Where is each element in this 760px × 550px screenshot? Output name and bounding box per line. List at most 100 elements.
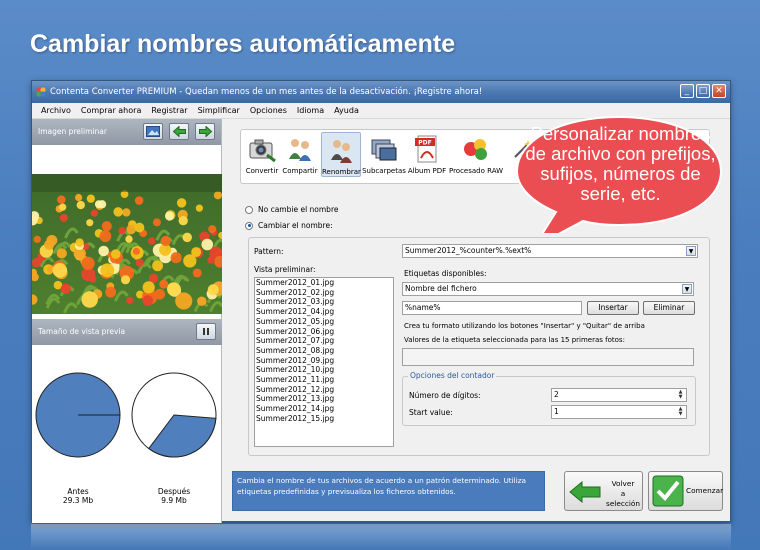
toolbar-album-pdf-label: Album PDF [407,167,447,175]
delete-button[interactable]: Eliminar [643,301,695,315]
preview-photo [32,174,222,314]
list-item[interactable]: Summer2012_13.jpg [255,394,393,404]
values-label: Valores de la etiqueta seleccionada para… [404,336,625,344]
preview-size-title: Tamaño de vista previa [38,327,126,336]
start-button[interactable]: Comenzar [648,471,723,511]
change-radio[interactable] [245,221,253,230]
toolbar-convertir-label: Convertir [245,167,279,175]
list-item[interactable]: Summer2012_14.jpg [255,404,393,414]
list-item[interactable]: Summer2012_07.jpg [255,336,393,346]
spinner-arrows-icon[interactable]: ▲ ▼ [676,390,685,400]
preview-list[interactable]: Summer2012_01.jpg Summer2012_02.jpg Summer… [254,277,394,447]
arrow-right-icon [198,126,212,137]
pattern-label: Pattern: [254,247,284,256]
toolbar-subcarpetas[interactable]: Subcarpetas [362,132,406,175]
toolbar-procesado-raw-label: Procesado RAW [448,167,504,175]
callout-text: Personalizar nombres de archivo con pref… [525,123,716,204]
digits-stepper[interactable]: 2 ▲ ▼ [551,388,687,402]
preview-size-header: Tamaño de vista previa [32,319,222,345]
maximize-button[interactable]: □ [696,84,710,98]
pattern-value: Summer2012_%counter%.%ext% [405,246,532,255]
pause-icon [203,328,209,335]
tags-label: Etiquetas disponibles: [404,269,487,278]
format-hint: Crea tu formato utilizando los botones "… [404,322,645,330]
preview-list-label: Vista preliminar: [254,265,316,274]
before-size: 29.3 Mb [62,496,94,505]
menu-opciones[interactable]: Opciones [245,103,292,118]
chevron-down-icon[interactable]: ▼ [686,246,696,256]
list-item[interactable]: Summer2012_01.jpg [255,278,393,288]
back-button-label: Volver a selección [606,479,640,508]
list-item[interactable]: Summer2012_06.jpg [255,327,393,337]
list-item[interactable]: Summer2012_02.jpg [255,288,393,298]
start-stepper[interactable]: 1 ▲ ▼ [551,405,687,419]
toolbar-convertir[interactable]: Convertir [243,132,281,175]
folders-icon [371,139,397,161]
toolbar-compartir-label: Compartir [282,167,318,175]
change-label: Cambiar el nombre: [258,221,333,230]
tag-input[interactable]: %name% [402,301,582,315]
previous-photo-button[interactable] [169,123,189,140]
arrow-left-icon [172,126,186,137]
window-reflection [31,524,731,550]
preview-header: Imagen preliminar [32,119,221,145]
values-box [402,348,694,366]
toolbar-compartir[interactable]: Compartir [281,132,319,175]
next-photo-button[interactable] [195,123,215,140]
menu-ayuda[interactable]: Ayuda [329,103,364,118]
no-change-radio[interactable] [245,205,253,214]
window-title: Contenta Converter PREMIUM - Quedan meno… [50,87,483,97]
info-bar: Cambia el nombre de tus archivos de acue… [232,471,545,511]
photo-view-icon [146,126,160,137]
preview-title: Imagen preliminar [38,127,107,136]
toolbar-renombrar[interactable]: Renombrar [321,132,361,177]
camera-icon [249,139,276,163]
list-item[interactable]: Summer2012_08.jpg [255,346,393,356]
list-item[interactable]: Summer2012_04.jpg [255,307,393,317]
after-label: Después [157,487,191,496]
pause-button[interactable] [196,323,216,340]
before-caption: Antes 29.3 Mb [38,487,118,505]
toolbar-album-pdf[interactable]: PDF Album PDF [406,132,448,175]
menu-archivo[interactable]: Archivo [36,103,76,118]
back-button[interactable]: Volver a selección [564,471,643,511]
list-item[interactable]: Summer2012_11.jpg [255,375,393,385]
menu-simplificar[interactable]: Simplificar [193,103,245,118]
menu-comprar-ahora[interactable]: Comprar ahora [76,103,146,118]
start-value: 1 [554,407,559,416]
list-item[interactable]: Summer2012_12.jpg [255,385,393,395]
toolbar-renombrar-label: Renombrar [322,168,361,176]
insert-button[interactable]: Insertar [587,301,639,315]
before-label: Antes [67,487,89,496]
pattern-field[interactable]: Summer2012_%counter%.%ext% ▼ [402,244,698,258]
list-item[interactable]: Summer2012_03.jpg [255,297,393,307]
checkmark-icon [652,475,684,507]
list-item[interactable]: Summer2012_15.jpg [255,414,393,424]
rename-settings: Pattern: Summer2012_%counter%.%ext% ▼ Vi… [248,237,710,456]
counter-options: Opciones del contador Número de dígitos:… [402,371,696,426]
spinner-arrows-icon[interactable]: ▲ ▼ [676,407,685,417]
chevron-down-icon[interactable]: ▼ [682,284,692,294]
toolbar-procesado-raw[interactable]: Procesado RAW [448,132,504,175]
option-no-change[interactable]: No cambie el nombre [245,205,338,214]
list-item[interactable]: Summer2012_10.jpg [255,365,393,375]
menu-idioma[interactable]: Idioma [292,103,329,118]
close-button[interactable]: ✕ [712,84,726,98]
minimize-button[interactable]: _ [680,84,694,98]
preview-panel: Imagen preliminar Tamaño de vista previa… [32,119,222,523]
digits-value: 2 [554,390,559,399]
after-caption: Después 9.9 Mb [134,487,214,505]
start-button-label: Comenzar [686,486,724,495]
after-size: 9.9 Mb [161,496,187,505]
view-photo-button[interactable] [143,123,163,140]
tags-dropdown[interactable]: Nombre del fichero ▼ [402,282,694,296]
people-icon [289,139,311,161]
counter-legend: Opciones del contador [408,371,497,380]
digits-label: Número de dígitos: [409,391,481,400]
menu-registrar[interactable]: Registrar [146,103,192,118]
arrow-left-icon [569,481,601,503]
list-item[interactable]: Summer2012_09.jpg [255,356,393,366]
option-change[interactable]: Cambiar el nombre: [245,221,333,230]
rename-people-icon [331,140,352,163]
list-item[interactable]: Summer2012_05.jpg [255,317,393,327]
